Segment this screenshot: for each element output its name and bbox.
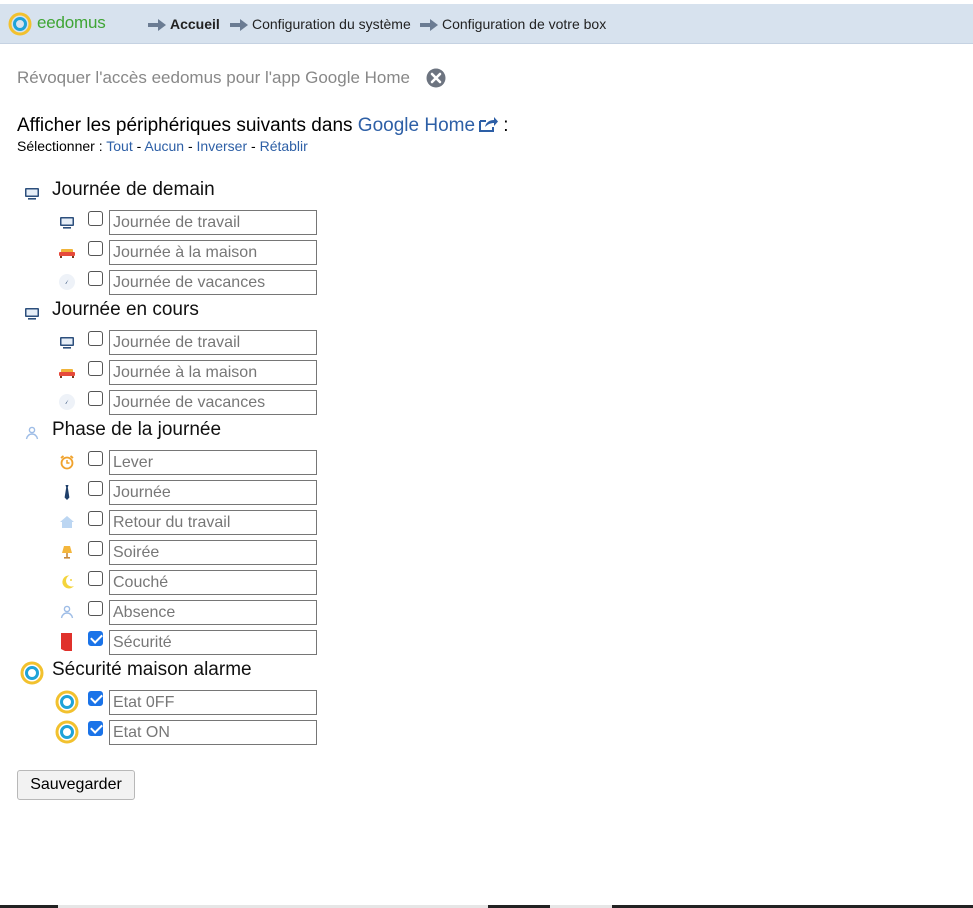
monitor-icon (22, 303, 42, 323)
device-name-input[interactable] (109, 510, 317, 535)
device-checkbox[interactable] (88, 361, 103, 376)
select-all-link[interactable]: Tout (106, 138, 132, 154)
device-name-input[interactable] (109, 600, 317, 625)
group-title: Journée en cours (52, 299, 199, 320)
brand-name[interactable]: eedomus (37, 13, 106, 33)
device-name-input[interactable] (109, 570, 317, 595)
group-title: Journée de demain (52, 179, 215, 200)
google-home-link[interactable]: Google Home (358, 115, 475, 136)
monitor-icon (57, 212, 77, 232)
device-name-input[interactable] (109, 630, 317, 655)
tie-icon (57, 482, 77, 502)
device-checkbox[interactable] (88, 211, 103, 226)
eedomus-logo-icon[interactable] (8, 12, 32, 36)
device-checkbox[interactable] (88, 241, 103, 256)
device-name-input[interactable] (109, 360, 317, 385)
device-name-input[interactable] (109, 450, 317, 475)
lamp-icon (57, 542, 77, 562)
device-checkbox[interactable] (88, 601, 103, 616)
device-checkbox[interactable] (88, 691, 103, 706)
arrow-right-icon (230, 19, 248, 31)
revoke-access-link[interactable]: Révoquer l'accès eedomus pour l'app Goog… (17, 68, 410, 88)
arrow-right-icon (420, 19, 438, 31)
save-button[interactable]: Sauvegarder (17, 770, 135, 800)
heading-prefix: Afficher les périphériques suivants dans (17, 115, 358, 136)
arrow-right-icon (148, 19, 166, 31)
device-name-input[interactable] (109, 480, 317, 505)
person-icon (57, 602, 77, 622)
compass-icon (57, 392, 77, 412)
sofa-icon (57, 362, 77, 382)
device-checkbox[interactable] (88, 571, 103, 586)
select-invert-link[interactable]: Inverser (197, 138, 248, 154)
sofa-icon (57, 242, 77, 262)
group-title: Phase de la journée (52, 419, 222, 440)
separator: - (184, 138, 197, 154)
device-checkbox[interactable] (88, 541, 103, 556)
device-checkbox[interactable] (88, 721, 103, 736)
device-checkbox[interactable] (88, 331, 103, 346)
device-checkbox[interactable] (88, 631, 103, 646)
device-checkbox[interactable] (88, 391, 103, 406)
alarm-clock-icon (57, 452, 77, 472)
monitor-icon (57, 332, 77, 352)
breadcrumb-home[interactable]: Accueil (170, 16, 220, 32)
eedomus-ring-icon (20, 661, 44, 685)
device-name-input[interactable] (109, 270, 317, 295)
device-name-input[interactable] (109, 720, 317, 745)
heading-suffix: : (498, 115, 509, 136)
separator: - (247, 138, 260, 154)
device-name-input[interactable] (109, 690, 317, 715)
breadcrumb-system-config[interactable]: Configuration du système (252, 16, 411, 32)
close-circle-icon[interactable] (426, 68, 446, 88)
device-checkbox[interactable] (88, 481, 103, 496)
select-none-link[interactable]: Aucun (144, 138, 184, 154)
separator: - (132, 138, 145, 154)
device-name-input[interactable] (109, 330, 317, 355)
external-link-icon[interactable] (479, 116, 499, 132)
moon-icon (57, 572, 77, 592)
security-flag-icon (57, 632, 77, 652)
breadcrumb-box-config[interactable]: Configuration de votre box (442, 16, 606, 32)
compass-icon (57, 272, 77, 292)
device-checkbox[interactable] (88, 451, 103, 466)
device-name-input[interactable] (109, 210, 317, 235)
device-name-input[interactable] (109, 540, 317, 565)
select-reset-link[interactable]: Rétablir (260, 138, 308, 154)
device-checkbox[interactable] (88, 511, 103, 526)
select-controls: Sélectionner : Tout - Aucun - Inverser -… (17, 138, 308, 154)
eedomus-ring-icon (55, 690, 79, 714)
monitor-icon (22, 183, 42, 203)
select-label: Sélectionner : (17, 138, 107, 154)
device-checkbox[interactable] (88, 271, 103, 286)
group-title: Sécurité maison alarme (52, 659, 252, 680)
top-navigation-bar: eedomus Accueil Configuration du système… (0, 4, 973, 44)
device-name-input[interactable] (109, 390, 317, 415)
eedomus-ring-icon (55, 720, 79, 744)
devices-heading: Afficher les périphériques suivants dans… (17, 115, 509, 137)
house-icon (57, 512, 77, 532)
person-icon (22, 423, 42, 443)
device-name-input[interactable] (109, 240, 317, 265)
